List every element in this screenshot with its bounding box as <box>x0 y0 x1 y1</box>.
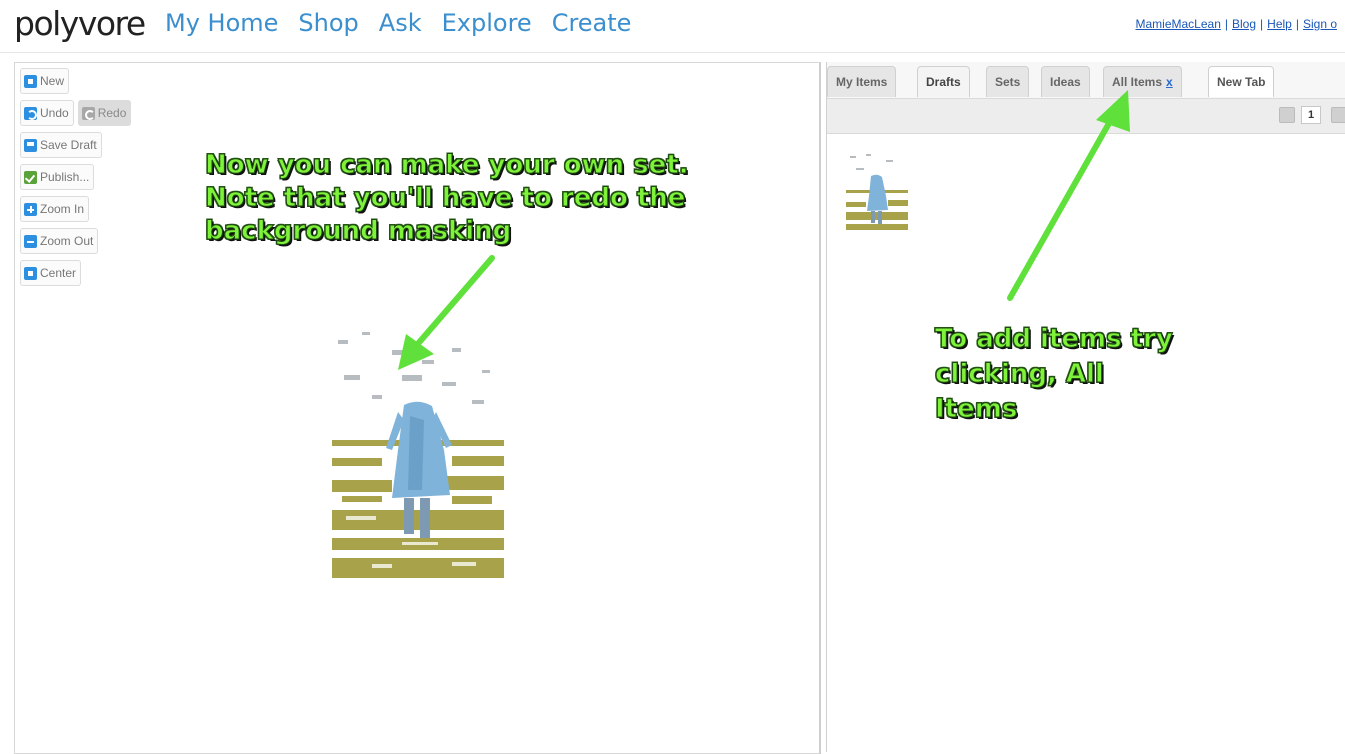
divider: | <box>1224 17 1228 31</box>
polyvore-logo[interactable]: polyvore <box>14 4 146 43</box>
draft-thumbnail[interactable] <box>846 150 908 230</box>
undo-icon <box>24 106 37 120</box>
center-icon <box>24 266 37 280</box>
zoom-in-button[interactable]: Zoom In <box>20 196 90 222</box>
divider: | <box>1295 17 1299 31</box>
blog-link[interactable]: Blog <box>1232 17 1256 31</box>
save-draft-button[interactable]: Save Draft <box>20 132 102 158</box>
tab-label: My Items <box>836 75 888 89</box>
sign-out-link[interactable]: Sign o <box>1303 17 1337 31</box>
nav-shop[interactable]: Shop <box>298 9 358 37</box>
publish-button[interactable]: Publish... <box>20 164 95 190</box>
nav-explore[interactable]: Explore <box>442 9 532 37</box>
arrow-to-item-icon <box>398 255 495 370</box>
page-number[interactable]: 1 <box>1301 106 1321 124</box>
divider: | <box>1260 17 1264 31</box>
arrow-to-tab-icon <box>1007 90 1130 301</box>
check-icon <box>24 170 37 184</box>
redo-label: Redo <box>97 106 127 120</box>
top-bar: polyvore My Home Shop Ask Explore Create… <box>0 0 1345 53</box>
tab-new-tab[interactable]: New Tab <box>1208 66 1275 97</box>
undo-button[interactable]: Undo <box>20 100 74 126</box>
redo-button[interactable]: Redo <box>77 100 132 126</box>
zoom-out-button[interactable]: Zoom Out <box>20 228 99 254</box>
next-page-icon[interactable] <box>1331 107 1345 123</box>
canvas-annotation: Now you can make your own set. Note that… <box>205 150 690 247</box>
zoom-out-icon <box>24 234 37 248</box>
save-icon <box>24 138 37 152</box>
tab-close-icon[interactable]: x <box>1166 75 1173 89</box>
username-link[interactable]: MamieMacLean <box>1136 17 1221 31</box>
center-button[interactable]: Center <box>20 260 82 286</box>
new-label: New <box>40 74 65 88</box>
new-button[interactable]: New <box>20 68 70 94</box>
tab-my-items[interactable]: My Items <box>827 66 897 97</box>
tab-drafts[interactable]: Drafts <box>917 66 970 97</box>
user-links: MamieMacLean | Blog | Help | Sign o <box>1136 17 1338 31</box>
zoom-out-label: Zoom Out <box>40 234 94 248</box>
save-draft-label: Save Draft <box>40 138 97 152</box>
nav-create[interactable]: Create <box>552 9 632 37</box>
new-icon <box>24 74 37 88</box>
tab-annotation: To add items try clicking, All Items <box>935 324 1174 425</box>
prev-page-icon[interactable] <box>1279 107 1295 123</box>
zoom-in-label: Zoom In <box>40 202 85 216</box>
undo-label: Undo <box>40 106 69 120</box>
center-label: Center <box>40 266 77 280</box>
nav-my-home[interactable]: My Home <box>165 9 278 37</box>
main-nav: My Home Shop Ask Explore Create <box>165 9 631 37</box>
nav-ask[interactable]: Ask <box>379 9 422 37</box>
zoom-in-icon <box>24 202 37 216</box>
redo-icon <box>81 106 95 120</box>
publish-label: Publish... <box>40 170 90 184</box>
tab-label: Drafts <box>926 75 961 89</box>
tab-label: New Tab <box>1217 75 1266 89</box>
help-link[interactable]: Help <box>1267 17 1292 31</box>
canvas-toolbar: New Undo Redo Save Draft Publish... Zoom… <box>20 68 132 286</box>
